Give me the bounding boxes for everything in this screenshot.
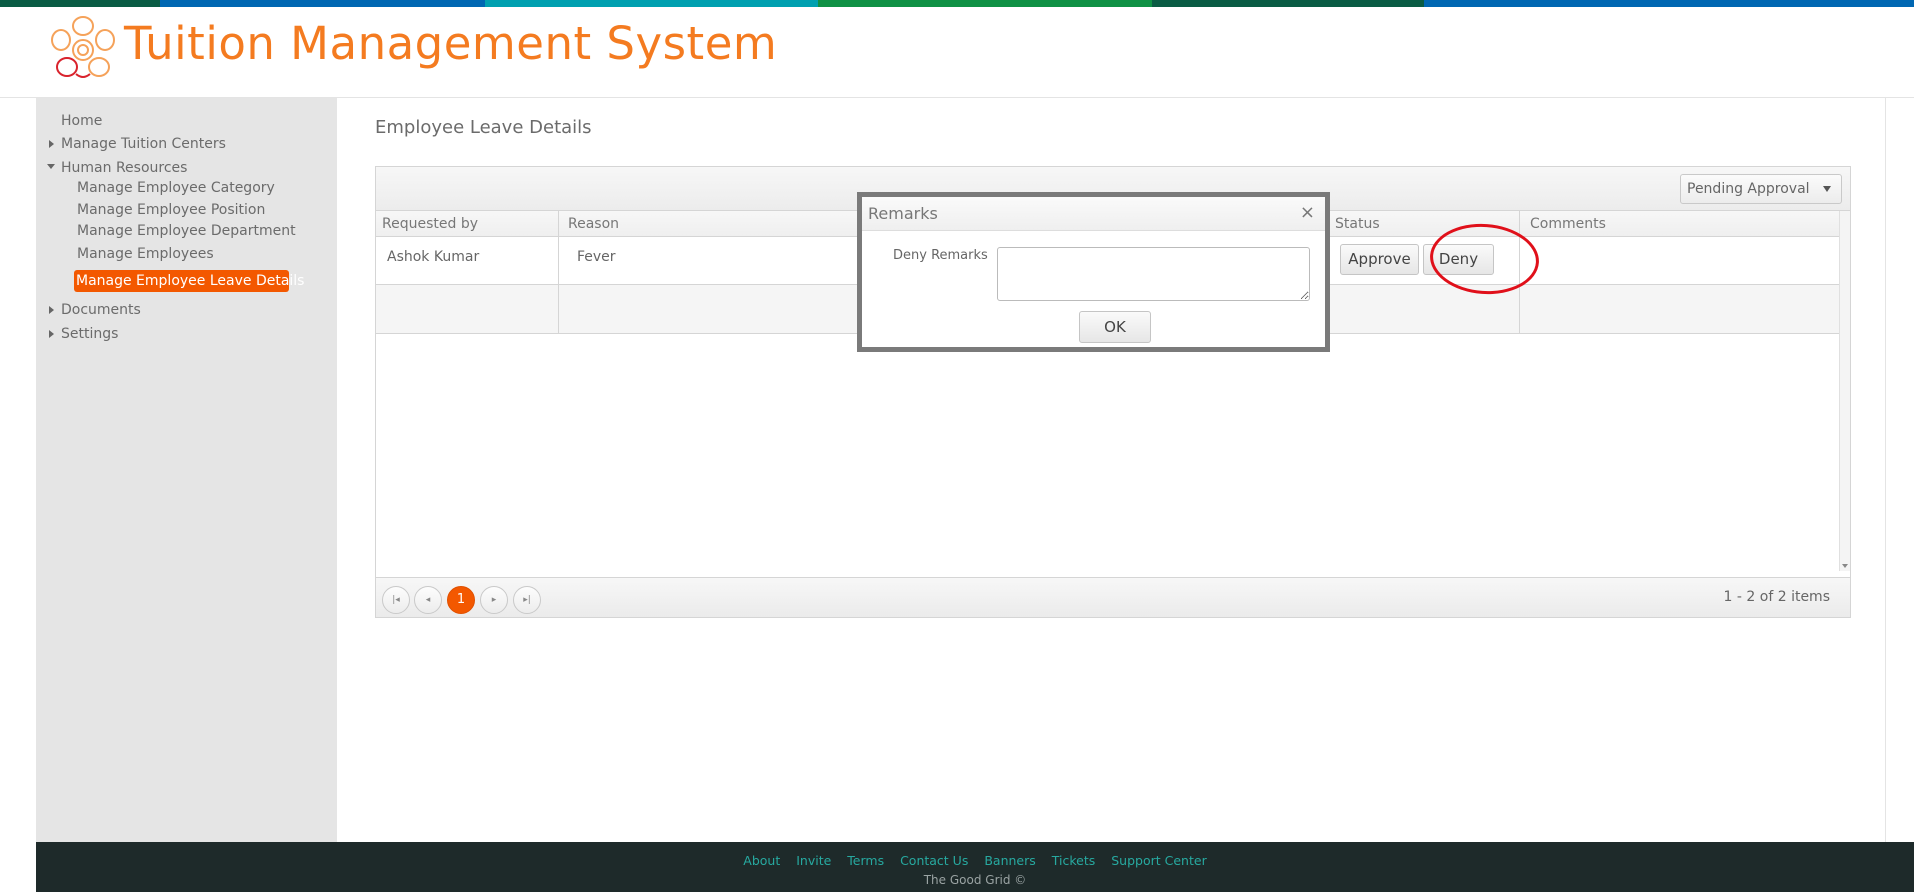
top-bar-segment — [485, 0, 818, 7]
deny-remarks-label: Deny Remarks — [893, 248, 988, 263]
cell-requested-by: Ashok Kumar — [376, 237, 559, 284]
deny-remarks-input[interactable] — [997, 247, 1310, 301]
column-header-comments[interactable]: Comments — [1520, 211, 1839, 237]
footer-link-banners[interactable]: Banners — [984, 853, 1035, 868]
footer-copyright: The Good Grid © — [923, 873, 1027, 887]
ok-button[interactable]: OK — [1079, 311, 1151, 343]
footer-links: About Invite Terms Contact Us Banners Ti… — [36, 853, 1914, 868]
page-title: Employee Leave Details — [375, 117, 592, 138]
cell-requested-by — [376, 285, 559, 333]
sidebar-item-manage-employee-department[interactable]: Manage Employee Department — [77, 223, 296, 239]
footer-link-support-center[interactable]: Support Center — [1111, 853, 1206, 868]
dropdown-arrow-icon — [1823, 186, 1831, 192]
close-icon[interactable]: × — [1300, 202, 1315, 223]
top-bar-segment — [1152, 0, 1424, 7]
column-header-requested-by[interactable]: Requested by — [376, 211, 559, 237]
header: Tuition Management System — [0, 7, 1914, 98]
collapse-arrow-icon[interactable] — [47, 164, 55, 169]
sidebar-item-human-resources[interactable]: Human Resources — [61, 160, 187, 176]
sidebar-item-manage-employee-position[interactable]: Manage Employee Position — [77, 202, 265, 218]
sidebar-item-manage-employee-leave-details[interactable]: Manage Employee Leave Details — [74, 270, 304, 292]
sidebar-item-documents[interactable]: Documents — [61, 302, 141, 318]
dialog-title: Remarks — [868, 204, 938, 223]
footer: About Invite Terms Contact Us Banners Ti… — [36, 842, 1914, 892]
sidebar-item-settings[interactable]: Settings — [61, 326, 118, 342]
cell-reason — [559, 285, 859, 333]
footer-link-tickets[interactable]: Tickets — [1052, 853, 1096, 868]
current-page-button[interactable]: 1 — [447, 586, 475, 614]
cell-comments — [1520, 285, 1839, 333]
top-bar-segment — [818, 0, 1152, 7]
grid-pager: |◂ ◂ 1 ▸ ▸| 1 - 2 of 2 items — [376, 577, 1850, 617]
top-color-bar — [0, 0, 1914, 7]
footer-link-contact-us[interactable]: Contact Us — [900, 853, 968, 868]
next-page-button[interactable]: ▸ — [480, 586, 508, 614]
app-title: Tuition Management System — [124, 17, 778, 70]
sidebar-item-manage-employee-category[interactable]: Manage Employee Category — [77, 180, 275, 196]
last-page-button[interactable]: ▸| — [513, 586, 541, 614]
pager-info: 1 - 2 of 2 items — [1723, 589, 1830, 605]
expand-arrow-icon[interactable] — [49, 140, 54, 148]
footer-link-invite[interactable]: Invite — [796, 853, 831, 868]
scroll-down-arrow-icon[interactable] — [1842, 564, 1848, 568]
sidebar: Home Manage Tuition Centers Human Resour… — [36, 98, 337, 842]
status-filter-value: Pending Approval — [1687, 181, 1810, 197]
status-filter-dropdown[interactable]: Pending Approval — [1680, 174, 1842, 204]
column-header-reason[interactable]: Reason — [559, 211, 859, 237]
footer-link-terms[interactable]: Terms — [847, 853, 884, 868]
cell-reason: Fever — [559, 237, 859, 284]
top-bar-segment — [0, 0, 160, 7]
dialog-titlebar[interactable]: Remarks × — [862, 197, 1325, 231]
top-bar-segment — [1424, 0, 1914, 7]
sidebar-item-home[interactable]: Home — [61, 113, 102, 129]
grid-scrollbar[interactable] — [1839, 211, 1850, 571]
first-page-button[interactable]: |◂ — [382, 586, 410, 614]
top-bar-segment — [160, 0, 485, 7]
previous-page-button[interactable]: ◂ — [414, 586, 442, 614]
sidebar-item-manage-tuition-centers[interactable]: Manage Tuition Centers — [61, 136, 226, 152]
remarks-dialog: Remarks × Deny Remarks OK — [857, 192, 1330, 352]
footer-link-about[interactable]: About — [743, 853, 780, 868]
expand-arrow-icon[interactable] — [49, 330, 54, 338]
expand-arrow-icon[interactable] — [49, 306, 54, 314]
content-border — [1885, 98, 1886, 842]
approve-button[interactable]: Approve — [1340, 244, 1419, 275]
sidebar-item-manage-employees[interactable]: Manage Employees — [77, 246, 214, 262]
cell-comments — [1520, 237, 1839, 284]
logo-icon[interactable] — [48, 12, 118, 82]
